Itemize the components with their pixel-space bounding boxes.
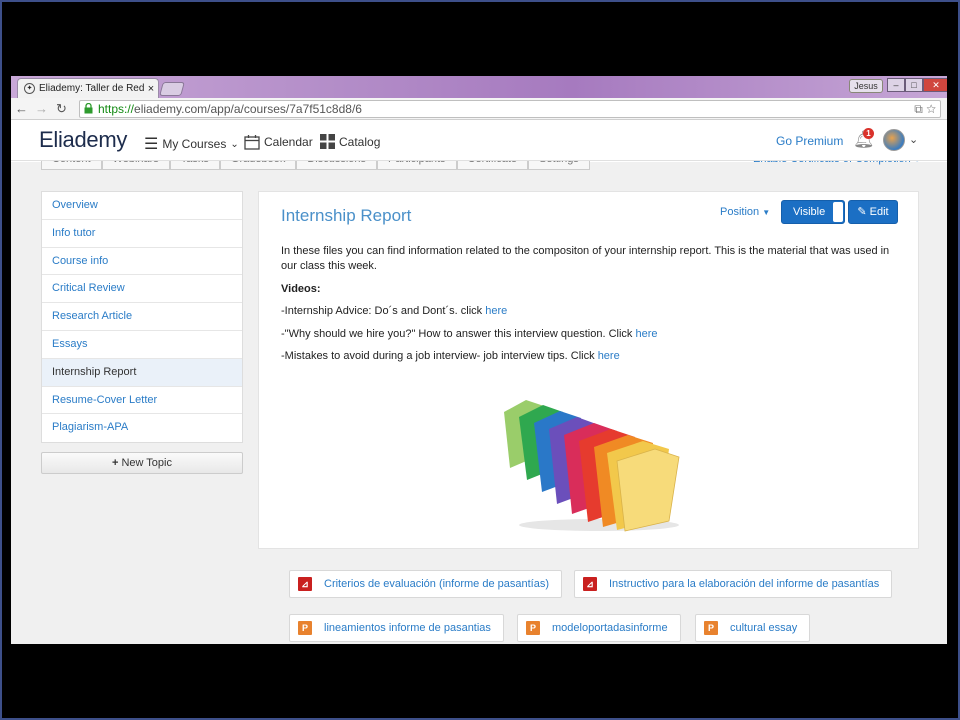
topic-content-panel: Internship Report Position ▼ Visible ✎ E…: [258, 191, 919, 549]
topic-body: In these files you can find information …: [281, 244, 901, 372]
sidebar-item-resume-cover-letter[interactable]: Resume-Cover Letter: [42, 387, 242, 415]
forward-arrow-icon[interactable]: →: [35, 101, 48, 116]
position-dropdown[interactable]: Position ▼: [720, 206, 770, 218]
course-page: Overview Info tutor Course info Critical…: [11, 162, 947, 644]
edit-button[interactable]: ✎ Edit: [848, 200, 898, 224]
url-input[interactable]: https://eliademy.com/app/a/courses/7a7f5…: [79, 100, 941, 118]
position-label: Position: [720, 206, 760, 218]
browser-user-chip[interactable]: Jesus: [849, 79, 883, 93]
calendar-icon: [244, 135, 260, 150]
address-bar: ← → ↻ https://eliademy.com/app/a/courses…: [11, 98, 947, 120]
pencil-icon: ✎: [857, 206, 867, 218]
powerpoint-icon: P: [704, 621, 718, 635]
back-arrow-icon[interactable]: ←: [15, 101, 28, 116]
user-menu-chevron-icon[interactable]: ⌄: [909, 133, 918, 146]
video-link[interactable]: here: [598, 350, 620, 362]
favicon-icon: ✦: [24, 83, 35, 94]
page-title: Internship Report: [281, 206, 412, 225]
edit-label: Edit: [869, 206, 889, 218]
video-link[interactable]: here: [635, 328, 657, 340]
folders-image: [504, 400, 680, 532]
chevron-down-icon: ⌄: [230, 138, 239, 150]
tab-close-icon[interactable]: ×: [144, 83, 158, 95]
video-line-text: -Internship Advice: Do´s and Dont´s. cli…: [281, 305, 486, 317]
visible-toggle[interactable]: Visible: [781, 200, 845, 224]
sidebar-item-critical-review[interactable]: Critical Review: [42, 275, 242, 304]
video-line-text: -Mistakes to avoid during a job intervie…: [281, 350, 598, 362]
attachment-label: cultural essay: [730, 622, 798, 634]
attachment-label: Criterios de evaluación (informe de pasa…: [324, 578, 550, 590]
sidebar-item-research-article[interactable]: Research Article: [42, 303, 242, 331]
menu-icon: ☰: [144, 136, 159, 153]
powerpoint-icon: P: [298, 621, 312, 635]
toggle-knob: [833, 202, 843, 222]
attachment-label: lineamientos informe de pasantias: [324, 622, 491, 634]
video-line: -"Why should we hire you?" How to answer…: [281, 327, 901, 342]
screen-frame: ✦ Eliademy: Taller de Redac × Jesus – □ …: [0, 0, 960, 720]
sidebar-item-overview[interactable]: Overview: [42, 192, 242, 220]
browser-window: ✦ Eliademy: Taller de Redac × Jesus – □ …: [11, 76, 947, 644]
eliademy-logo[interactable]: Eliademy: [39, 127, 127, 153]
visible-label: Visible: [793, 206, 826, 218]
topics-sidebar: Overview Info tutor Course info Critical…: [41, 191, 243, 444]
video-line: -Internship Advice: Do´s and Dont´s. cli…: [281, 304, 901, 319]
powerpoint-icon: P: [526, 621, 540, 635]
reload-icon[interactable]: ↻: [56, 101, 67, 117]
attachment-label: Instructivo para la elaboración del info…: [609, 578, 880, 590]
my-courses-menu[interactable]: ☰ My Courses ⌄: [144, 134, 239, 154]
plus-icon: +: [112, 457, 119, 469]
attachment-item[interactable]: P lineamientos informe de pasantias: [289, 614, 504, 642]
new-topic-label: New Topic: [121, 457, 172, 469]
window-close-icon[interactable]: ✕: [923, 78, 947, 92]
video-line-text: -"Why should we hire you?" How to answer…: [281, 327, 636, 340]
intro-paragraph: In these files you can find information …: [281, 245, 890, 272]
sidebar-item-course-info[interactable]: Course info: [42, 248, 242, 276]
window-controls: – □ ✕: [887, 78, 947, 92]
sidebar-item-info-tutor[interactable]: Info tutor: [42, 220, 242, 248]
catalog-link[interactable]: Catalog: [320, 134, 380, 149]
video-line: -Mistakes to avoid during a job intervie…: [281, 349, 901, 364]
browser-titlebar: ✦ Eliademy: Taller de Redac × Jesus – □ …: [11, 76, 947, 98]
maximize-icon[interactable]: □: [905, 78, 923, 92]
new-tab-button[interactable]: [159, 82, 185, 96]
browser-tab[interactable]: ✦ Eliademy: Taller de Redac ×: [17, 78, 159, 98]
url-scheme: https://: [98, 102, 135, 116]
calendar-link[interactable]: Calendar: [244, 134, 313, 150]
avatar[interactable]: [883, 129, 905, 151]
url-path: eliademy.com/app/a/courses/7a7f51c8d8/6: [134, 102, 362, 116]
grid-icon: [320, 134, 335, 149]
app-navbar: Eliademy ☰ My Courses ⌄ Calendar Catalog…: [11, 121, 947, 161]
pdf-icon: ⊿: [583, 577, 597, 591]
new-topic-button[interactable]: + New Topic: [41, 452, 243, 474]
lock-icon: [84, 103, 93, 114]
sidebar-item-plagiarism-apa[interactable]: Plagiarism-APA: [42, 414, 242, 442]
attachment-item[interactable]: ⊿ Instructivo para la elaboración del in…: [574, 570, 893, 598]
video-link[interactable]: here: [485, 305, 507, 317]
minimize-icon[interactable]: –: [887, 78, 905, 92]
calendar-label: Calendar: [264, 135, 313, 149]
attachment-label: modeloportadasinforme: [552, 622, 668, 634]
tab-title: Eliademy: Taller de Redac: [39, 83, 144, 94]
sidebar-item-essays[interactable]: Essays: [42, 331, 242, 359]
go-premium-link[interactable]: Go Premium: [776, 134, 843, 148]
notification-badge: 1: [863, 128, 874, 139]
sidebar-item-internship-report[interactable]: Internship Report: [42, 358, 242, 387]
my-courses-label: My Courses: [162, 137, 227, 151]
attachments-area: ⊿ Criterios de evaluación (informe de pa…: [258, 549, 919, 644]
pdf-icon: ⊿: [298, 577, 312, 591]
videos-heading: Videos:: [281, 282, 321, 295]
bookmark-star-icon[interactable]: ⧉ ☆: [914, 101, 936, 117]
attachment-item[interactable]: P modeloportadasinforme: [517, 614, 681, 642]
catalog-label: Catalog: [339, 134, 381, 149]
attachment-item[interactable]: P cultural essay: [695, 614, 811, 642]
attachment-item[interactable]: ⊿ Criterios de evaluación (informe de pa…: [289, 570, 563, 598]
caret-down-icon: ▼: [762, 208, 771, 217]
